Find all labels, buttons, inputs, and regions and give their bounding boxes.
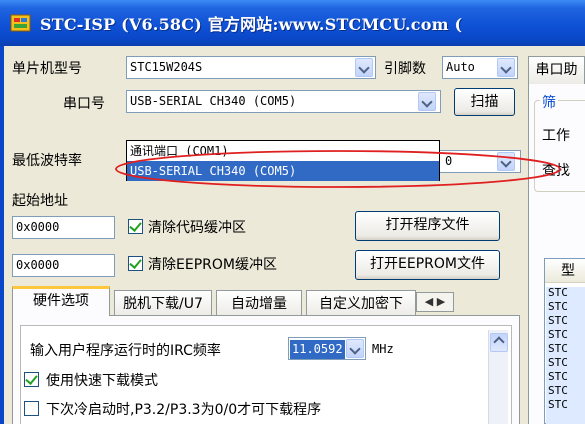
pin-count-label: 引脚数: [384, 61, 426, 77]
scan-button[interactable]: 扫描: [454, 88, 515, 116]
model-table-header[interactable]: 型: [545, 259, 585, 283]
scroll-up-icon[interactable]: [490, 333, 508, 352]
tab-serial-assistant[interactable]: 串口助: [528, 56, 585, 84]
model-row[interactable]: STC: [546, 371, 578, 383]
serial-port-select[interactable]: USB-SERIAL CH340 (COM5): [126, 90, 441, 113]
open-program-file-button[interactable]: 打开程序文件: [355, 211, 500, 241]
model-table-list: STC STC STC STC STC STC STC STC STC: [546, 287, 585, 424]
tab-offline-download[interactable]: 脱机下载/U7: [114, 290, 212, 316]
serial-port-dropdown-icon[interactable]: [418, 92, 436, 111]
pin-count-dropdown-icon[interactable]: [497, 58, 515, 77]
irc-unit-label: MHz: [372, 342, 394, 356]
tab-custom-encrypt[interactable]: 自定义加密下: [306, 290, 416, 316]
model-row[interactable]: STC: [546, 343, 578, 355]
tab-auto-increment[interactable]: 自动增量: [216, 290, 302, 316]
model-row[interactable]: STC: [546, 385, 578, 397]
fast-download-checkbox[interactable]: [24, 372, 39, 387]
tab-scroll-arrows[interactable]: ◀ ▶: [416, 292, 454, 312]
model-row[interactable]: STC: [546, 399, 578, 411]
annotation-ellipse: [115, 150, 561, 188]
clear-eeprom-label: 清除EEPROM缓冲区: [148, 257, 277, 273]
model-row[interactable]: STC: [546, 287, 578, 299]
open-eeprom-file-button[interactable]: 打开EEPROM文件: [355, 250, 500, 280]
mcu-model-label: 单片机型号: [12, 61, 82, 77]
clear-code-checkbox[interactable]: [128, 219, 143, 234]
window-title: STC-ISP (V6.58C) 官方网站:www.STCMCU.com (: [40, 15, 463, 34]
mcu-model-dropdown-icon[interactable]: [355, 58, 373, 77]
clear-eeprom-checkbox[interactable]: [128, 256, 143, 271]
irc-frequency-value: 11.0592: [290, 340, 345, 359]
fast-download-label: 使用快速下载模式: [46, 373, 158, 389]
cold-start-label: 下次冷启动时,P3.2/P3.3为0/0才可下载程序: [46, 402, 322, 418]
cold-start-checkbox[interactable]: [24, 401, 39, 416]
irc-frequency-label: 输入用户程序运行时的IRC频率: [30, 343, 221, 359]
options-scrollbar[interactable]: [488, 330, 508, 424]
model-row[interactable]: STC: [546, 329, 578, 341]
filter-group-label: 筛: [540, 92, 558, 112]
serial-port-label: 串口号: [63, 96, 105, 112]
window-frame-left: [0, 46, 4, 424]
start-address-input-2[interactable]: 0x0000: [12, 254, 115, 277]
tab-hardware-options[interactable]: 硬件选项: [12, 286, 110, 316]
mcu-model-select[interactable]: STC15W204S: [126, 56, 376, 79]
model-row[interactable]: STC: [546, 315, 578, 327]
start-address-label: 起始地址: [12, 193, 68, 209]
model-row[interactable]: STC: [546, 357, 578, 369]
start-address-input-1[interactable]: 0x0000: [12, 216, 115, 239]
app-icon: [10, 14, 31, 32]
model-row[interactable]: STC: [546, 301, 578, 313]
clear-code-label: 清除代码缓冲区: [148, 220, 246, 236]
irc-dropdown-icon[interactable]: [346, 339, 364, 358]
min-baud-label: 最低波特率: [12, 153, 82, 169]
